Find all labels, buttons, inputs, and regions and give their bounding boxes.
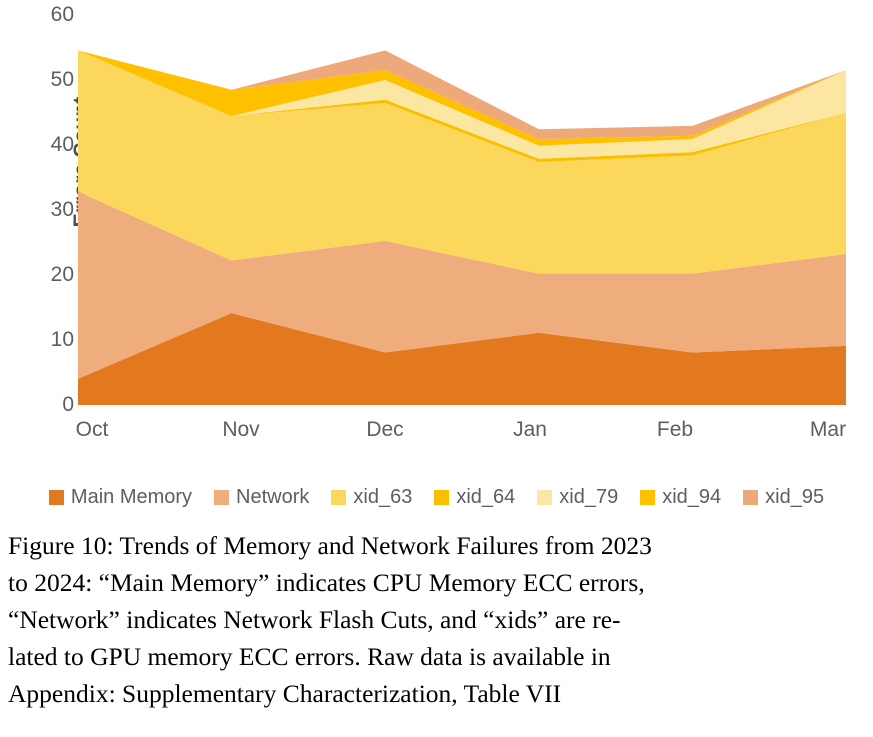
chart-legend: Main Memory Network xid_63 xid_64 xid_79 xid_… xyxy=(0,480,873,514)
legend-label-network: Network xyxy=(236,486,310,508)
legend-label-xid-95: xid_95 xyxy=(765,486,825,508)
y-tick-50: 50 xyxy=(50,68,74,91)
figure-container: Errors Count 60 50 40 30 20 10 0 Oct Nov… xyxy=(0,0,873,737)
x-tick-dec: Dec xyxy=(366,418,404,441)
caption-line-3: “Network” indicates Network Flash Cuts, … xyxy=(8,605,621,634)
caption-line-1: Figure 10: Trends of Memory and Network … xyxy=(8,531,652,560)
y-tick-0: 0 xyxy=(62,393,74,416)
legend-swatch-xid-94 xyxy=(640,489,656,505)
legend-item-xid-63[interactable]: xid_63 xyxy=(331,487,412,507)
caption-line-2: to 2024: “Main Memory” indicates CPU Mem… xyxy=(8,568,645,597)
legend-item-network[interactable]: Network xyxy=(214,487,309,507)
x-tick-mar: Mar xyxy=(809,418,847,441)
legend-label-main-memory: Main Memory xyxy=(70,486,193,508)
legend-label-xid-64: xid_64 xyxy=(456,486,516,508)
y-tick-40: 40 xyxy=(50,133,74,156)
caption-line-4: lated to GPU memory ECC errors. Raw data… xyxy=(8,642,611,671)
x-tick-nov: Nov xyxy=(222,418,260,441)
y-tick-30: 30 xyxy=(50,198,74,221)
chart: Errors Count 60 50 40 30 20 10 0 Oct Nov… xyxy=(0,0,873,462)
legend-item-xid-94[interactable]: xid_94 xyxy=(640,487,721,507)
legend-item-xid-79[interactable]: xid_79 xyxy=(537,487,618,507)
legend-swatch-main-memory xyxy=(48,489,64,505)
legend-label-xid-94: xid_94 xyxy=(662,486,722,508)
x-tick-jan: Jan xyxy=(513,418,547,441)
y-tick-60: 60 xyxy=(50,3,74,26)
y-tick-20: 20 xyxy=(50,263,74,286)
legend-item-xid-64[interactable]: xid_64 xyxy=(434,487,515,507)
y-tick-10: 10 xyxy=(50,328,74,351)
legend-swatch-xid-63 xyxy=(331,489,347,505)
legend-item-main-memory[interactable]: Main Memory xyxy=(48,486,193,508)
legend-label-xid-63: xid_63 xyxy=(353,486,413,508)
legend-swatch-network xyxy=(214,489,230,505)
y-axis-ticks: 60 50 40 30 20 10 0 xyxy=(14,0,74,462)
x-tick-oct: Oct xyxy=(75,418,109,441)
legend-swatch-xid-64 xyxy=(434,489,450,505)
plot-area xyxy=(78,11,846,405)
caption-line-5: Appendix: Supplementary Characterization… xyxy=(8,679,562,708)
legend-swatch-xid-95 xyxy=(743,489,759,505)
stacked-area-svg xyxy=(78,50,846,405)
legend-swatch-xid-79 xyxy=(537,489,553,505)
legend-label-xid-79: xid_79 xyxy=(559,486,619,508)
figure-caption: Figure 10: Trends of Memory and Network … xyxy=(8,527,866,712)
legend-item-xid-95[interactable]: xid_95 xyxy=(743,487,824,507)
x-tick-feb: Feb xyxy=(656,418,694,441)
